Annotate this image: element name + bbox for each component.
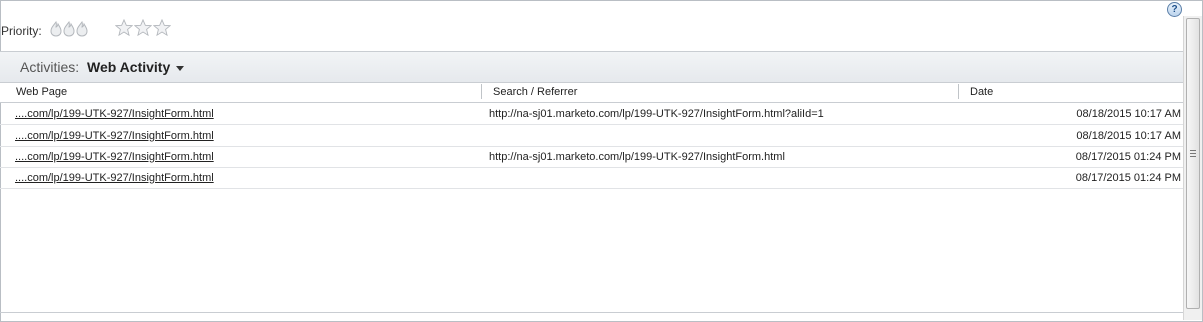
flame-icon[interactable] (63, 21, 75, 37)
table-bottom-border (0, 312, 1183, 313)
priority-row: Priority: (0, 19, 1180, 42)
table-row: ....com/lp/199-UTK-927/InsightForm.html … (0, 146, 1183, 168)
date-cell: 08/18/2015 10:17 AM (1076, 108, 1181, 120)
web-page-link[interactable]: ....com/lp/199-UTK-927/InsightForm.html (15, 172, 214, 184)
column-divider[interactable] (481, 84, 482, 99)
chevron-down-icon[interactable] (176, 65, 185, 71)
grip-line (1190, 156, 1196, 157)
flame-icon[interactable] (76, 21, 88, 37)
date-cell: 08/17/2015 01:24 PM (1075, 151, 1181, 163)
activities-dropdown[interactable]: Web Activity (87, 59, 185, 75)
priority-flames[interactable] (50, 21, 88, 37)
table-header: Web Page Search / Referrer Date (0, 83, 1183, 103)
column-header-date[interactable]: Date (970, 86, 993, 98)
column-header-web-page[interactable]: Web Page (16, 86, 67, 98)
priority-label: Priority: (1, 24, 42, 38)
activities-selected[interactable]: Web Activity (87, 59, 170, 75)
table-row: ....com/lp/199-UTK-927/InsightForm.html … (0, 167, 1183, 189)
vertical-scrollbar[interactable] (1183, 16, 1202, 320)
referrer-cell: http://na-sj01.marketo.com/lp/199-UTK-92… (489, 151, 785, 163)
activities-bar: Activities: Web Activity (0, 51, 1183, 83)
column-divider[interactable] (958, 84, 959, 99)
web-page-link[interactable]: ....com/lp/199-UTK-927/InsightForm.html (15, 130, 214, 142)
scrollbar-thumb[interactable] (1186, 18, 1200, 309)
web-page-link[interactable]: ....com/lp/199-UTK-927/InsightForm.html (15, 108, 214, 120)
referrer-cell: http://na-sj01.marketo.com/lp/199-UTK-92… (489, 108, 824, 120)
date-cell: 08/18/2015 10:17 AM (1076, 130, 1181, 142)
priority-stars[interactable] (115, 19, 171, 37)
grip-line (1190, 150, 1196, 151)
web-page-link[interactable]: ....com/lp/199-UTK-927/InsightForm.html (15, 151, 214, 163)
star-icon[interactable] (153, 19, 171, 37)
table-row: ....com/lp/199-UTK-927/InsightForm.html … (0, 125, 1183, 147)
activities-label: Activities: (20, 59, 80, 75)
grip-line (1190, 153, 1196, 154)
help-icon[interactable]: ? (1167, 2, 1182, 17)
star-icon[interactable] (134, 19, 152, 37)
star-icon[interactable] (115, 19, 133, 37)
date-cell: 08/17/2015 01:24 PM (1075, 172, 1181, 184)
flame-icon[interactable] (50, 21, 62, 37)
table-row: ....com/lp/199-UTK-927/InsightForm.html … (0, 103, 1183, 125)
column-header-referrer[interactable]: Search / Referrer (493, 86, 577, 98)
